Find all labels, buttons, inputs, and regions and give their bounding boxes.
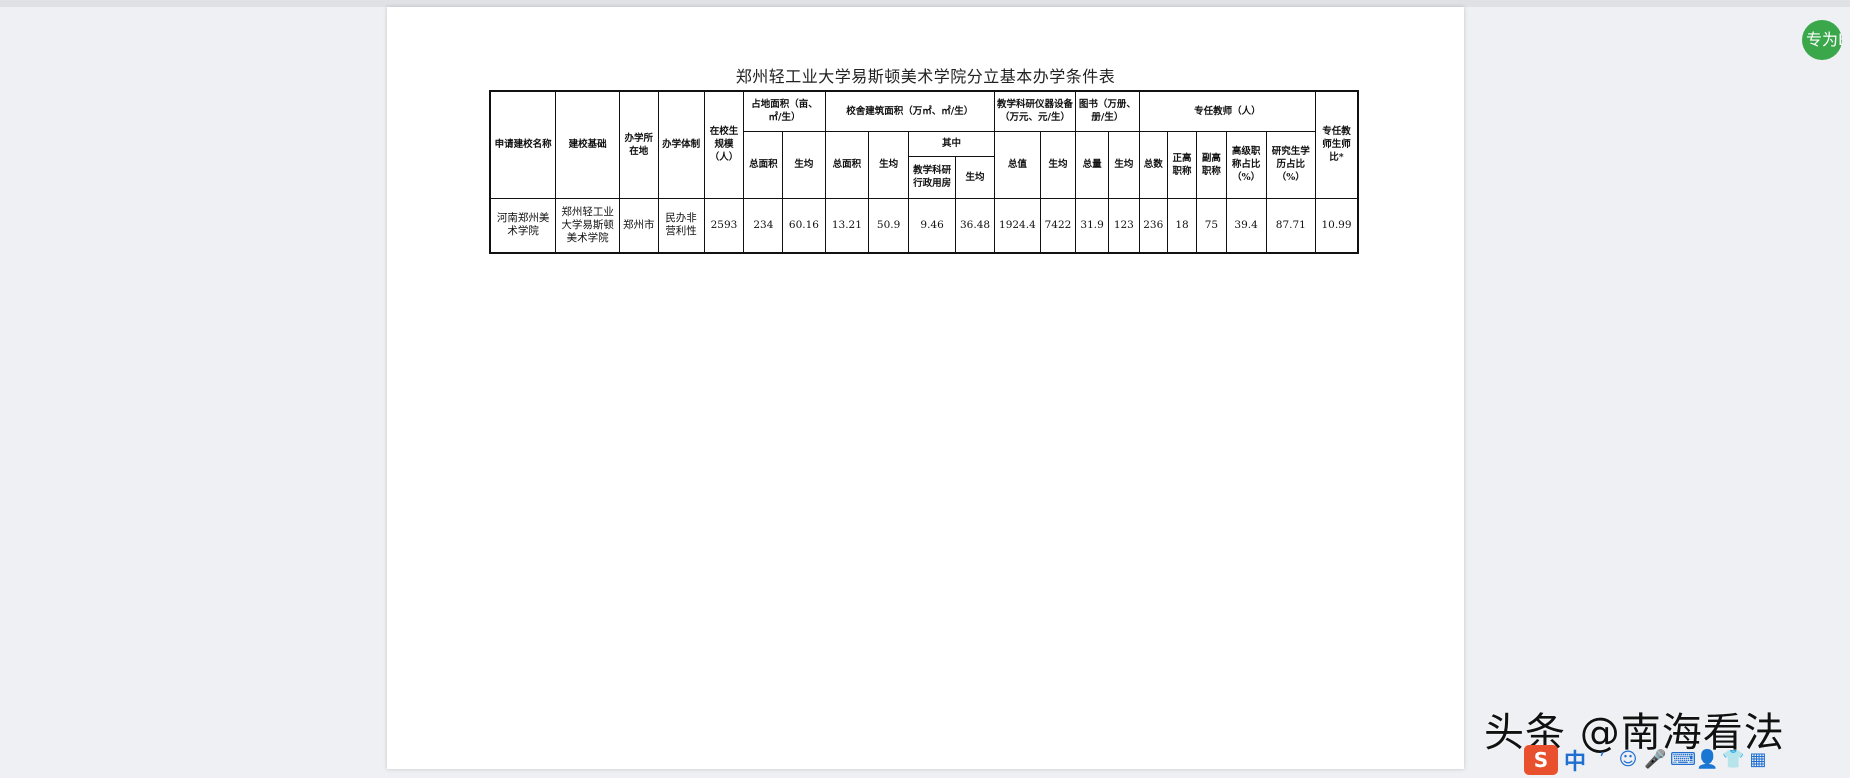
ime-logo-icon[interactable]: S <box>1524 744 1558 775</box>
cell-enrollment: 2593 <box>703 197 745 254</box>
document-title: 郑州轻工业大学易斯顿美术学院分立基本办学条件表 <box>735 67 1116 86</box>
cell-teacher-full-professor: 18 <box>1166 197 1198 254</box>
header-equipment: 教学科研仪器设备（万元、元/生） <box>993 90 1077 132</box>
cell-grad-ratio: 87.71 <box>1265 197 1317 254</box>
school-conditions-table: 申请建校名称 建校基础 办学所在地 办学体制 在校生规模（人） 占地面积（亩、㎡… <box>489 90 1359 254</box>
shirt-icon[interactable]: 👕 <box>1722 749 1744 770</box>
header-building-total: 总面积 <box>824 130 870 199</box>
cell-senior-ratio: 39.4 <box>1225 197 1267 254</box>
cell-land-per: 60.16 <box>782 197 826 254</box>
cell-teaching-buildings: 9.46 <box>908 197 957 254</box>
header-teacher-full-professor: 正高职称 <box>1166 130 1198 199</box>
header-equip-total: 总值 <box>993 130 1041 199</box>
header-teacher-student-ratio: 专任教师生师比* <box>1315 90 1359 199</box>
header-building-per: 生均 <box>868 130 910 199</box>
header-building-area: 校舍建筑面积（万㎡、㎡/生） <box>824 90 995 132</box>
cell-land-total: 234 <box>743 197 784 254</box>
header-location: 办学所在地 <box>618 90 659 199</box>
cell-teaching-buildings-per: 36.48 <box>955 197 995 254</box>
header-senior-ratio: 高级职称占比（%） <box>1225 130 1267 199</box>
header-land-total: 总面积 <box>743 130 784 199</box>
cell-building-total: 13.21 <box>824 197 870 254</box>
cell-building-per: 50.9 <box>868 197 910 254</box>
header-row-1: 申请建校名称 建校基础 办学所在地 办学体制 在校生规模（人） 占地面积（亩、㎡… <box>489 90 1359 199</box>
cell-equip-total: 1924.4 <box>993 197 1041 254</box>
grid-icon[interactable]: ▦ <box>1748 749 1768 770</box>
header-school-name: 申请建校名称 <box>489 90 557 199</box>
header-building-of-which: 其中 <box>908 130 995 157</box>
header-foundation: 建校基础 <box>555 90 620 199</box>
header-teaching-buildings: 教学科研行政用房 <box>908 155 957 199</box>
document-page: 郑州轻工业大学易斯顿美术学院分立基本办学条件表 申请建校名称 建校基础 办学所在… <box>387 7 1464 769</box>
cell-books-total: 31.9 <box>1075 197 1110 254</box>
cell-books-per: 123 <box>1108 197 1140 254</box>
header-land-per: 生均 <box>782 130 826 199</box>
cell-equip-per: 7422 <box>1039 197 1077 254</box>
cell-teacher-student-ratio: 10.99 <box>1315 197 1359 254</box>
user-icon[interactable]: 👤 <box>1696 749 1718 770</box>
header-teacher-associate: 副高职称 <box>1196 130 1227 199</box>
header-teaching-buildings-per: 生均 <box>955 155 995 199</box>
cell-system: 民办非营利性 <box>657 197 705 254</box>
cell-location: 郑州市 <box>618 197 659 254</box>
viewer-top-bar <box>0 0 1850 7</box>
cell-teacher-associate: 75 <box>1196 197 1227 254</box>
cell-school-name: 河南郑州美术学院 <box>489 197 557 254</box>
microphone-icon[interactable]: 🎤 <box>1644 749 1666 770</box>
header-teachers: 专任教师（人） <box>1138 90 1317 132</box>
table-row: 河南郑州美术学院 郑州轻工业大学易斯顿美术学院 郑州市 民办非营利性 2593 … <box>489 197 1359 254</box>
punctuation-icon[interactable]: ʼ <box>1592 749 1612 770</box>
cell-foundation: 郑州轻工业大学易斯顿美术学院 <box>555 197 620 254</box>
header-land-area: 占地面积（亩、㎡/生） <box>743 90 826 132</box>
header-books-per: 生均 <box>1108 130 1140 199</box>
header-system: 办学体制 <box>657 90 705 199</box>
header-books: 图书（万册、册/生） <box>1075 90 1140 132</box>
header-teacher-total: 总数 <box>1138 130 1168 199</box>
ime-language-toggle[interactable]: 中 <box>1564 744 1586 776</box>
header-equip-per: 生均 <box>1039 130 1077 199</box>
keyboard-icon[interactable]: ⌨ <box>1670 749 1696 770</box>
header-enrollment: 在校生规模（人） <box>703 90 745 199</box>
cell-teacher-total: 236 <box>1138 197 1168 254</box>
translate-badge-button[interactable]: 专为E <box>1802 20 1842 60</box>
ime-toolbar: S 中 ʼ ☺ 🎤 ⌨ 👤 👕 ▦ <box>1520 741 1850 778</box>
header-books-total: 总量 <box>1075 130 1110 199</box>
header-grad-ratio: 研究生学历占比（%） <box>1265 130 1317 199</box>
emoji-icon[interactable]: ☺ <box>1618 749 1638 770</box>
